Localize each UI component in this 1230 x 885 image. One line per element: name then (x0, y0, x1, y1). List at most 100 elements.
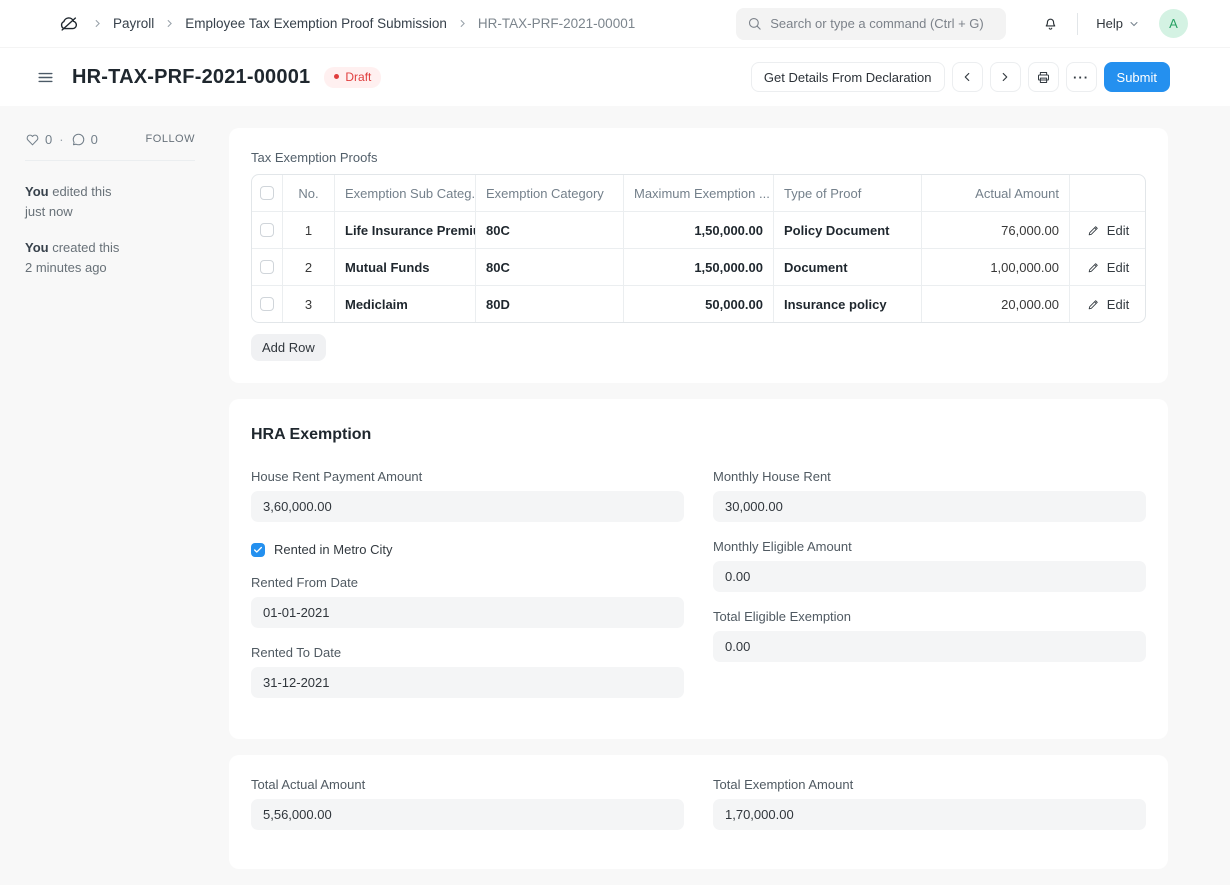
cell-sub-category[interactable]: Mediclaim (335, 286, 476, 322)
row-edit-button[interactable]: Edit (1087, 260, 1129, 275)
timeline-who: You (25, 184, 49, 199)
cell-sub-category[interactable]: Life Insurance Premium (335, 212, 476, 248)
more-menu-button[interactable]: ··· (1066, 62, 1097, 92)
row-edit-button[interactable]: Edit (1087, 223, 1129, 238)
help-menu[interactable]: Help (1096, 16, 1140, 31)
status-label: Draft (345, 70, 371, 84)
select-all-checkbox[interactable] (260, 186, 274, 200)
field-rented-from: Rented From Date 01-01-2021 (251, 575, 684, 628)
total-actual-amount-input[interactable]: 5,56,000.00 (251, 799, 684, 830)
next-document-button[interactable] (990, 62, 1021, 92)
pencil-icon (1087, 261, 1100, 274)
cell-category[interactable]: 80C (476, 212, 624, 248)
sidebar-reactions: 0 · 0 FOLLOW (25, 131, 195, 147)
heart-icon (25, 132, 40, 147)
add-row-button[interactable]: Add Row (251, 334, 326, 361)
cell-proof-type[interactable]: Document (774, 249, 922, 285)
printer-icon (1036, 70, 1051, 85)
search-input[interactable]: Search or type a command (Ctrl + G) (736, 8, 1006, 40)
cell-sub-category[interactable]: Mutual Funds (335, 249, 476, 285)
field-rented-in-metro: Rented in Metro City (251, 542, 684, 557)
hamburger-icon[interactable] (36, 68, 55, 87)
likes-count: 0 (45, 132, 52, 147)
field-label: Monthly House Rent (713, 469, 1146, 484)
print-button[interactable] (1028, 62, 1059, 92)
cell-category[interactable]: 80C (476, 249, 624, 285)
field-label: House Rent Payment Amount (251, 469, 684, 484)
total-exemption-amount-input[interactable]: 1,70,000.00 (713, 799, 1146, 830)
cell-category[interactable]: 80D (476, 286, 624, 322)
comment-group[interactable]: 0 (71, 132, 98, 147)
cell-max-exemption[interactable]: 50,000.00 (624, 286, 774, 322)
get-details-button[interactable]: Get Details From Declaration (751, 62, 945, 92)
app-logo-cloud-slash-icon[interactable] (58, 13, 80, 35)
cell-no: 2 (283, 249, 335, 285)
sidebar-divider (25, 160, 195, 161)
navbar-divider (1077, 13, 1078, 35)
total-eligible-exemption-input[interactable]: 0.00 (713, 631, 1146, 662)
field-monthly-eligible: Monthly Eligible Amount 0.00 (713, 539, 1146, 592)
totals-card: Total Actual Amount 5,56,000.00 Total Ex… (229, 755, 1168, 869)
help-label: Help (1096, 16, 1123, 31)
field-rented-to: Rented To Date 31-12-2021 (251, 645, 684, 698)
field-label: Monthly Eligible Amount (713, 539, 1146, 554)
follow-button[interactable]: FOLLOW (146, 133, 195, 145)
page-head: HR-TAX-PRF-2021-00001 Draft Get Details … (0, 48, 1230, 106)
breadcrumb-payroll[interactable]: Payroll (113, 16, 154, 31)
cell-actual-amount[interactable]: 76,000.00 (922, 212, 1070, 248)
cell-actual-amount[interactable]: 1,00,000.00 (922, 249, 1070, 285)
field-label: Total Eligible Exemption (713, 609, 1146, 624)
cell-max-exemption[interactable]: 1,50,000.00 (624, 249, 774, 285)
content: 0 · 0 FOLLOW You edited this just now Yo… (0, 106, 1230, 885)
comments-count: 0 (91, 132, 98, 147)
status-badge: Draft (324, 67, 381, 88)
field-label: Total Actual Amount (251, 777, 684, 792)
avatar-letter: A (1169, 16, 1178, 31)
table-row: 1 Life Insurance Premium 80C 1,50,000.00… (252, 212, 1145, 249)
avatar[interactable]: A (1159, 9, 1188, 38)
breadcrumb-doctype[interactable]: Employee Tax Exemption Proof Submission (185, 16, 447, 31)
chevron-down-icon (1128, 18, 1140, 30)
cell-actual-amount[interactable]: 20,000.00 (922, 286, 1070, 322)
col-header-category: Exemption Category (476, 175, 624, 211)
row-edit-button[interactable]: Edit (1087, 297, 1129, 312)
monthly-eligible-amount-input[interactable]: 0.00 (713, 561, 1146, 592)
search-placeholder: Search or type a command (Ctrl + G) (770, 16, 984, 31)
form-sidebar: 0 · 0 FOLLOW You edited this just now Yo… (25, 106, 195, 885)
ellipsis-icon: ··· (1073, 70, 1089, 85)
row-checkbox[interactable] (260, 297, 274, 311)
rented-in-metro-checkbox[interactable] (251, 543, 265, 557)
rented-to-date-input[interactable]: 31-12-2021 (251, 667, 684, 698)
table-row: 2 Mutual Funds 80C 1,50,000.00 Document … (252, 249, 1145, 286)
navbar: Payroll Employee Tax Exemption Proof Sub… (0, 0, 1230, 48)
hra-section-title: HRA Exemption (251, 426, 1146, 444)
row-checkbox[interactable] (260, 260, 274, 274)
hra-exemption-card: HRA Exemption House Rent Payment Amount … (229, 399, 1168, 739)
house-rent-payment-input[interactable]: 3,60,000.00 (251, 491, 684, 522)
prev-document-button[interactable] (952, 62, 983, 92)
field-label: Total Exemption Amount (713, 777, 1146, 792)
row-checkbox[interactable] (260, 223, 274, 237)
pencil-icon (1087, 298, 1100, 311)
rented-in-metro-label[interactable]: Rented in Metro City (274, 542, 393, 557)
pencil-icon (1087, 224, 1100, 237)
col-header-actual-amount: Actual Amount (922, 175, 1070, 211)
field-total-exemption: Total Exemption Amount 1,70,000.00 (713, 777, 1146, 830)
chevron-right-icon (91, 17, 104, 30)
rented-from-date-input[interactable]: 01-01-2021 (251, 597, 684, 628)
breadcrumb: Payroll Employee Tax Exemption Proof Sub… (91, 16, 635, 31)
page-actions: Get Details From Declaration ··· Submit (751, 62, 1170, 92)
timeline-action: edited this (52, 184, 111, 199)
cell-proof-type[interactable]: Insurance policy (774, 286, 922, 322)
monthly-house-rent-input[interactable]: 30,000.00 (713, 491, 1146, 522)
like-group[interactable]: 0 (25, 132, 52, 147)
cell-proof-type[interactable]: Policy Document (774, 212, 922, 248)
submit-button[interactable]: Submit (1104, 62, 1170, 92)
bell-icon[interactable] (1042, 15, 1059, 32)
field-total-actual: Total Actual Amount 5,56,000.00 (251, 777, 684, 830)
timeline-entry: You edited this just now (25, 182, 195, 221)
chevron-left-icon (960, 70, 974, 84)
field-label: Rented To Date (251, 645, 684, 660)
cell-max-exemption[interactable]: 1,50,000.00 (624, 212, 774, 248)
col-header-proof-type: Type of Proof (774, 175, 922, 211)
